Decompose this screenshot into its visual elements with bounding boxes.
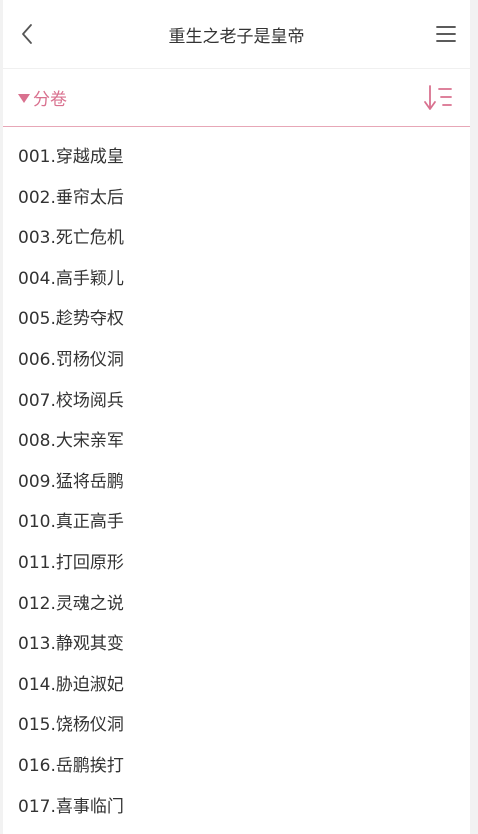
chapter-item[interactable]: 010.真正高手 (3, 502, 470, 543)
sort-button[interactable] (418, 78, 458, 118)
chapter-item[interactable]: 016.岳鹏挨打 (3, 746, 470, 787)
menu-button[interactable] (422, 0, 470, 68)
volume-toggle[interactable]: 分卷 (18, 85, 67, 110)
chapter-item[interactable]: 004.高手颖儿 (3, 259, 470, 300)
hamburger-menu-icon (436, 26, 456, 42)
caret-down-icon (18, 93, 30, 103)
chapter-item[interactable]: 001.穿越成皇 (3, 137, 470, 178)
chapter-item[interactable]: 017.喜事临门 (3, 787, 470, 828)
back-button[interactable] (3, 0, 51, 68)
chapter-item[interactable]: 011.打回原形 (3, 543, 470, 584)
top-navigation-bar: 重生之老子是皇帝 (3, 0, 470, 69)
volume-label: 分卷 (33, 90, 67, 110)
page-title: 重生之老子是皇帝 (168, 26, 305, 47)
chapter-item[interactable]: 015.饶杨仪洞 (3, 705, 470, 746)
chapter-item[interactable]: 008.大宋亲军 (3, 421, 470, 462)
sort-order-icon (424, 84, 452, 110)
chapter-item[interactable]: 009.猛将岳鹏 (3, 462, 470, 503)
chapter-item[interactable]: 003.死亡危机 (3, 218, 470, 259)
chevron-left-icon (22, 24, 32, 44)
chapter-item[interactable]: 002.垂帘太后 (3, 178, 470, 219)
chapter-list-page: 重生之老子是皇帝 分卷 001.穿越成皇 002.垂帘太后 003.死亡危机 0… (3, 0, 470, 834)
chapter-item[interactable]: 005.趁势夺权 (3, 299, 470, 340)
chapter-item[interactable]: 007.校场阅兵 (3, 381, 470, 422)
chapter-list: 001.穿越成皇 002.垂帘太后 003.死亡危机 004.高手颖儿 005.… (3, 127, 470, 827)
chapter-toolbar: 分卷 (3, 69, 470, 127)
chapter-item[interactable]: 014.胁迫淑妃 (3, 665, 470, 706)
chapter-item[interactable]: 006.罚杨仪洞 (3, 340, 470, 381)
chapter-item[interactable]: 012.灵魂之说 (3, 584, 470, 625)
chapter-item[interactable]: 013.静观其变 (3, 624, 470, 665)
